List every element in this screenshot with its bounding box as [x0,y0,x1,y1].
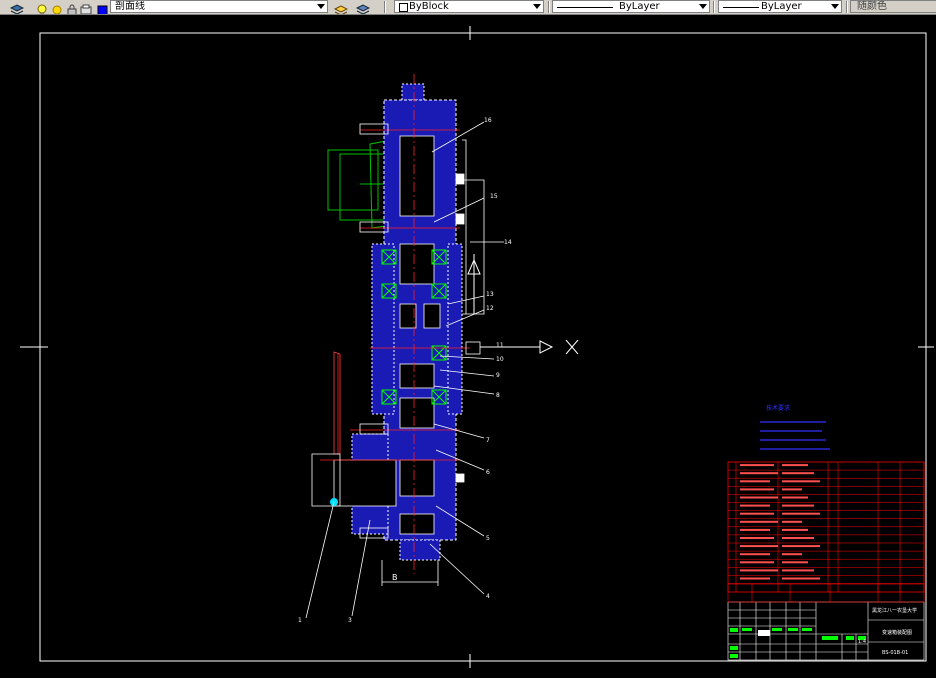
parts-list-cell-text [782,545,820,548]
parts-list-cell-text [782,561,808,564]
parts-list-cell-text [782,520,802,523]
color-dropdown[interactable]: ByBlock [394,0,544,13]
linetype-dropdown-value: ByLayer [619,1,660,12]
parts-list-cell-text [740,504,770,507]
part-label-1: 1 [298,617,302,624]
toolbar-separator [384,1,386,13]
parts-list-cell-text [740,464,774,467]
parts-list-cell-text [740,577,770,580]
part-label-11: 11 [496,342,504,349]
plotstyle-dropdown[interactable]: 随颜色 [850,0,936,13]
parts-list-cell-text [740,480,770,483]
part-label-16: 16 [484,117,492,124]
toolbar-separator [846,1,848,13]
sun-freeze-icon[interactable] [51,1,63,14]
plotstyle-dropdown-value: 随颜色 [857,1,887,12]
parts-list-cell-text [782,496,808,499]
lock-icon[interactable] [66,1,78,14]
title-scale: 1:4 [858,639,866,645]
parts-list-cell-text [782,464,808,467]
title-drawing-name: 变速箱装配图 [882,629,912,636]
parts-list-cell-text [740,553,770,556]
part-label-15: 15 [490,193,498,200]
chevron-down-icon[interactable] [533,4,541,9]
dimension-label: B [392,573,398,582]
lineweight-dropdown[interactable]: ByLayer [718,0,842,13]
part-label-6: 6 [486,469,490,476]
layer-previous-icon[interactable] [355,1,371,14]
parts-list-cell-text [740,520,778,523]
toolbar-separator [713,1,715,13]
parts-list [727,461,925,593]
toolbar-separator [548,1,550,13]
title-school: 黑龙江八一农垦大学 [872,607,917,614]
plot-icon[interactable] [80,1,92,14]
properties-toolbar: 剖面线 ByBlock ByLayer ByLayer 随颜色 [0,0,936,15]
parts-list-cell-text [782,512,820,515]
part-label-3: 3 [348,617,352,624]
color-dropdown-value: ByBlock [409,1,449,12]
color-swatch-icon [399,3,408,12]
title-drawing-number: BS-01B-01 [882,650,908,656]
parts-list-cell-text [740,537,774,539]
lineweight-preview [723,7,759,8]
parts-list-cell-text [782,528,808,531]
chevron-down-icon[interactable] [699,4,707,9]
part-label-14: 14 [504,239,512,246]
parts-list-cell-text [782,537,814,539]
part-label-12: 12 [486,305,494,312]
part-label-8: 8 [496,392,500,399]
parts-list-cell-text [740,569,778,572]
part-label-13: 13 [486,291,494,298]
parts-list-cell-text [782,472,814,475]
linetype-preview [557,7,613,8]
parts-list-cell-text [740,561,774,564]
parts-list-cell-text [782,488,802,491]
lightbulb-icon[interactable] [36,1,48,14]
part-label-4: 4 [486,593,490,600]
parts-list-cell-text [740,496,778,499]
layer-manager-icon[interactable] [9,1,25,14]
part-label-5: 5 [486,535,490,542]
parts-list-cell-text [740,512,774,515]
part-label-9: 9 [496,372,500,379]
section-arrow [467,254,579,355]
part-label-7: 7 [486,437,490,444]
drawing-svg: B 16 15 14 13 12 11 10 9 8 7 6 5 4 3 1 技… [20,26,934,668]
title-block-white-mark [758,630,770,636]
chevron-down-icon[interactable] [317,4,325,9]
make-current-layer-icon[interactable] [333,1,349,14]
parts-list-cell-text [782,569,814,572]
parts-list-cell-text [740,472,778,475]
tech-req-title: 技术要求 [766,404,790,412]
gearbox-section: B [311,74,579,586]
layer-dropdown-value: 剖面线 [115,1,145,12]
part-label-10: 10 [496,356,504,363]
parts-list-cell-text [782,480,820,483]
parts-list-cell-text [782,504,814,507]
parts-list-cell-text [740,488,774,491]
layer-color-swatch-icon [96,1,108,14]
parts-list-cell-text [740,528,770,531]
linetype-dropdown[interactable]: ByLayer [552,0,710,13]
technical-requirements: 技术要求 [760,404,830,450]
parts-list-cell-text [740,545,778,548]
title-block-green-marks [730,628,866,658]
parts-list-cell-text [782,577,820,580]
layer-dropdown[interactable]: 剖面线 [110,0,328,13]
drawing-canvas[interactable]: B 16 15 14 13 12 11 10 9 8 7 6 5 4 3 1 技… [0,14,936,674]
lineweight-dropdown-value: ByLayer [761,1,802,12]
chevron-down-icon[interactable] [831,4,839,9]
parts-list-cell-text [782,553,802,556]
